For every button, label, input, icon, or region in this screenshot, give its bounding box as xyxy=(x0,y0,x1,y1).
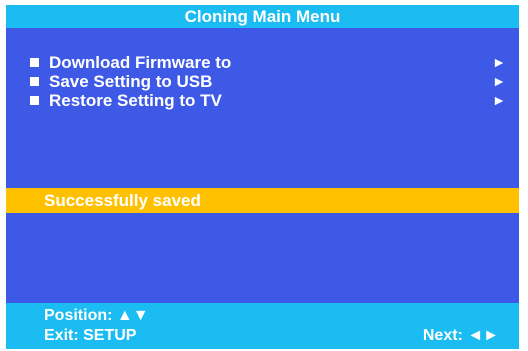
menu-item-label: Download Firmware to xyxy=(49,53,232,72)
menu-item-label: Restore Setting to TV xyxy=(49,91,222,110)
cloning-menu-screen: Cloning Main Menu Download Firmware to ►… xyxy=(6,5,519,349)
right-arrow-icon: ► xyxy=(492,54,506,70)
status-message: Successfully saved xyxy=(44,191,201,210)
bullet-icon xyxy=(30,77,39,86)
menu-item-download-firmware[interactable]: Download Firmware to ► xyxy=(30,53,506,72)
status-bar: Successfully saved xyxy=(6,188,519,213)
right-arrow-icon: ► xyxy=(492,92,506,108)
position-hint: Position: ▲▼ xyxy=(44,307,149,324)
exit-hint: Exit: SETUP xyxy=(44,327,137,344)
bullet-icon xyxy=(30,58,39,67)
menu-item-save-setting[interactable]: Save Setting to USB ► xyxy=(30,72,506,91)
bullet-icon xyxy=(30,96,39,105)
footer-help-bar: Position: ▲▼ Exit: SETUP Next: ◄► xyxy=(6,303,519,349)
menu-item-restore-setting[interactable]: Restore Setting to TV ► xyxy=(30,91,506,110)
right-arrow-icon: ► xyxy=(492,73,506,89)
menu-list: Download Firmware to ► Save Setting to U… xyxy=(30,53,506,110)
title-bar: Cloning Main Menu xyxy=(6,5,519,28)
menu-title: Cloning Main Menu xyxy=(184,7,341,26)
next-hint: Next: ◄► xyxy=(422,327,499,344)
menu-item-label: Save Setting to USB xyxy=(49,72,213,91)
